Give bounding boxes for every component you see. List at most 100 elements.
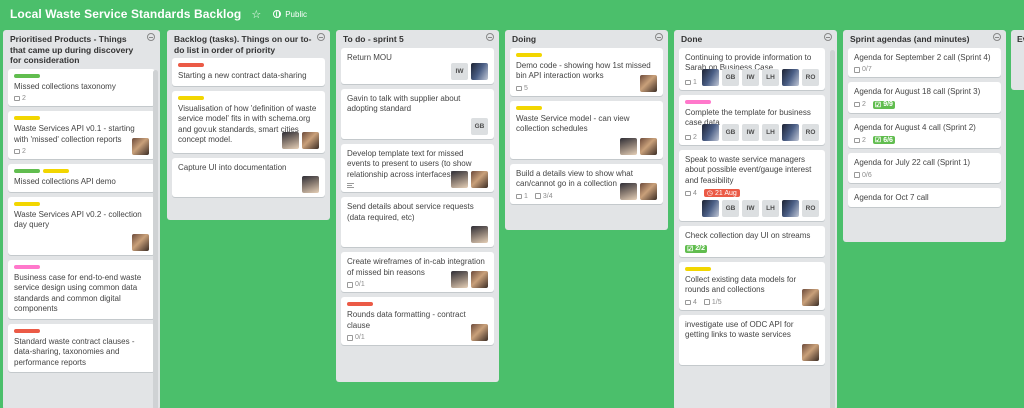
card[interactable]: Speak to waste service managers about po…: [679, 149, 825, 221]
card[interactable]: Waste Service model - can view collectio…: [510, 100, 663, 159]
member-avatar[interactable]: [132, 233, 149, 251]
comments-badge: 2: [854, 101, 866, 108]
list-menu-icon[interactable]: [993, 33, 1001, 41]
member-avatar[interactable]: [782, 200, 799, 217]
card[interactable]: Agenda for July 22 call (Sprint 1) 0/6: [848, 153, 1001, 183]
card[interactable]: Agenda for August 4 call (Sprint 2) 2 ☑ 6…: [848, 117, 1001, 148]
list-title[interactable]: Backlog (tasks). Things on our to-do lis…: [167, 30, 330, 58]
card[interactable]: Standard waste contract clauses - data-s…: [8, 323, 155, 372]
card[interactable]: investigate use of ODC API for getting l…: [679, 314, 825, 365]
list-title[interactable]: Done: [674, 30, 837, 48]
member-initials[interactable]: LH: [762, 200, 779, 217]
member-initials[interactable]: RO: [802, 123, 819, 141]
list-menu-icon[interactable]: [655, 33, 663, 41]
member-initials[interactable]: RO: [802, 68, 819, 86]
card-title: Missed collections taxonomy: [14, 81, 116, 91]
card[interactable]: Missed collections taxonomy 2: [8, 68, 155, 106]
comments-badge: 2: [854, 137, 866, 144]
card-title: Agenda for July 22 call (Sprint 1): [854, 158, 971, 167]
member-initials[interactable]: IW: [742, 200, 759, 217]
card[interactable]: Missed collections API demo: [8, 164, 155, 192]
member-initials[interactable]: IW: [742, 123, 759, 141]
list-title[interactable]: Sprint agendas (and minutes): [843, 30, 1006, 48]
list-scrollbar[interactable]: [153, 70, 158, 408]
list-title[interactable]: To do - sprint 5: [336, 30, 499, 48]
member-initials[interactable]: GB: [471, 117, 488, 135]
member-avatar[interactable]: [451, 171, 468, 188]
card[interactable]: Build a details view to show what can/ca…: [510, 163, 663, 204]
member-initials[interactable]: RO: [802, 200, 819, 217]
member-avatar[interactable]: [702, 68, 719, 86]
comment-icon: [516, 85, 522, 91]
card[interactable]: Check collection day UI on streams ☑ 2/2: [679, 226, 825, 257]
member-initials[interactable]: GB: [722, 123, 739, 141]
card[interactable]: Demo code - showing how 1st missed bin A…: [510, 47, 663, 96]
list-scrollbar[interactable]: [830, 50, 835, 408]
card[interactable]: Capture UI into documentation: [172, 157, 325, 197]
card[interactable]: Send details about service requests (dat…: [341, 197, 494, 247]
card[interactable]: Visualisation of how 'definition of wast…: [172, 90, 325, 153]
member-avatar[interactable]: [782, 68, 799, 86]
member-initials[interactable]: LH: [762, 123, 779, 141]
star-icon[interactable]: ☆: [251, 8, 261, 21]
board-title[interactable]: Local Waste Service Standards Backlog: [10, 7, 241, 21]
list-backlog: Backlog (tasks). Things on our to-do lis…: [167, 30, 330, 220]
card[interactable]: Create wireframes of in-cab integration …: [341, 252, 494, 292]
list-menu-icon[interactable]: [486, 33, 494, 41]
member-avatar[interactable]: [302, 131, 319, 149]
member-initials[interactable]: IW: [742, 68, 759, 86]
member-avatar[interactable]: [282, 131, 299, 149]
member-avatar[interactable]: [640, 182, 657, 200]
list-menu-icon[interactable]: [317, 33, 325, 41]
card[interactable]: Business case for end-to-end waste servi…: [8, 259, 155, 319]
member-avatar[interactable]: [471, 62, 488, 80]
member-initials[interactable]: GB: [722, 68, 739, 86]
card[interactable]: Gavin to talk with supplier about adopti…: [341, 88, 494, 139]
member-avatar[interactable]: [471, 171, 488, 188]
card[interactable]: Rounds data formatting - contract clause…: [341, 297, 494, 345]
list-menu-icon[interactable]: [824, 33, 832, 41]
card-title: Standard waste contract clauses - data-s…: [14, 336, 135, 367]
member-initials[interactable]: LH: [762, 68, 779, 86]
list-title[interactable]: Ev: [1011, 30, 1024, 48]
visibility-button[interactable]: Public: [285, 10, 307, 19]
member-avatar[interactable]: [471, 271, 488, 288]
member-avatar[interactable]: [471, 324, 488, 341]
card[interactable]: Agenda for August 18 call (Sprint 3) 2 ☑ …: [848, 82, 1001, 113]
card[interactable]: Complete the template for business case …: [679, 94, 825, 145]
comment-icon: [685, 190, 691, 196]
member-avatar[interactable]: [802, 343, 819, 361]
card[interactable]: Agenda for Oct 7 call: [848, 187, 1001, 207]
card[interactable]: Continuing to provide information to Sar…: [679, 47, 825, 90]
list-menu-icon[interactable]: [147, 33, 155, 41]
member-initials[interactable]: IW: [451, 62, 468, 80]
member-avatar[interactable]: [302, 176, 319, 193]
member-avatar[interactable]: [471, 226, 488, 243]
member-avatar[interactable]: [702, 123, 719, 141]
comments-badge: 2: [685, 134, 697, 141]
member-avatar[interactable]: [802, 288, 819, 306]
member-avatar[interactable]: [640, 137, 657, 155]
list-partial: Ev: [1011, 30, 1024, 90]
card[interactable]: Return MOU IW: [341, 47, 494, 84]
card-title: Agenda for Oct 7 call: [854, 192, 929, 202]
card[interactable]: Waste Services API v0.1 - starting with …: [8, 111, 155, 159]
list-title[interactable]: Prioritised Products - Things that came …: [3, 30, 160, 69]
card[interactable]: Waste Services API v0.2 - collection day…: [8, 196, 155, 255]
card[interactable]: Agenda for September 2 call (Sprint 4) 0…: [848, 47, 1001, 77]
card[interactable]: Starting a new contract data-sharing: [172, 58, 325, 86]
member-avatar[interactable]: [620, 137, 637, 155]
card-title: Send details about service requests (dat…: [347, 202, 474, 222]
list-title[interactable]: Doing: [505, 30, 668, 48]
member-avatar[interactable]: [451, 271, 468, 288]
member-avatar[interactable]: [702, 200, 719, 217]
member-initials[interactable]: GB: [722, 200, 739, 217]
member-avatar[interactable]: [620, 182, 637, 200]
card[interactable]: Develop template text for missed events …: [341, 143, 494, 192]
comment-icon: [516, 193, 522, 199]
member-avatar[interactable]: [782, 123, 799, 141]
member-avatar[interactable]: [132, 138, 149, 155]
card[interactable]: Collect existing data models for rounds …: [679, 261, 825, 310]
member-avatar[interactable]: [640, 74, 657, 92]
label-yellow: [685, 266, 711, 271]
